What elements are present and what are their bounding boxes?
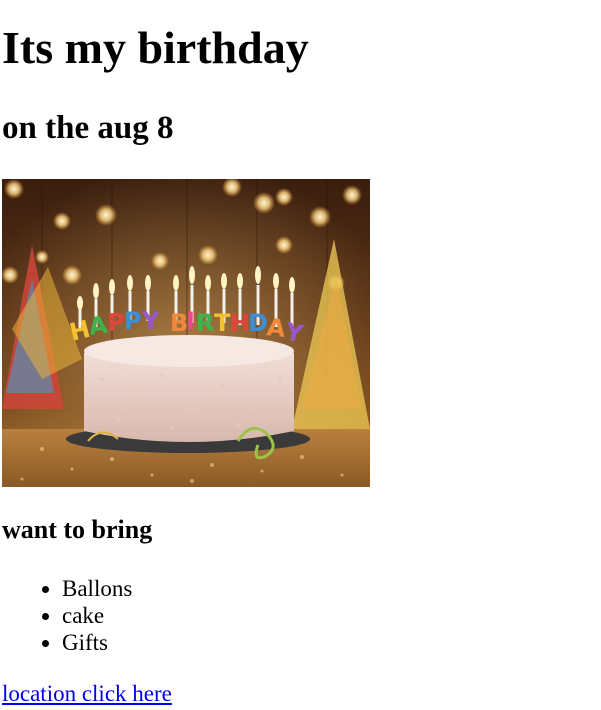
bring-heading: want to bring — [2, 515, 153, 544]
list-item: Ballons — [62, 575, 132, 602]
svg-text:P: P — [124, 307, 142, 335]
birthday-cake-image: H A P P Y B I R T H D A Y — [2, 179, 370, 487]
location-link[interactable]: location click here — [2, 680, 172, 708]
list-item: cake — [62, 602, 132, 629]
svg-text:T: T — [214, 309, 231, 337]
svg-text:R: R — [196, 309, 214, 337]
list-item: Gifts — [62, 629, 132, 656]
page-subtitle: on the aug 8 — [2, 110, 174, 146]
svg-text:D: D — [248, 309, 268, 337]
page-title: Its my birthday — [2, 22, 309, 73]
svg-text:Y: Y — [141, 307, 160, 335]
svg-text:I: I — [186, 307, 195, 335]
bring-list: Ballons cake Gifts — [2, 575, 132, 656]
